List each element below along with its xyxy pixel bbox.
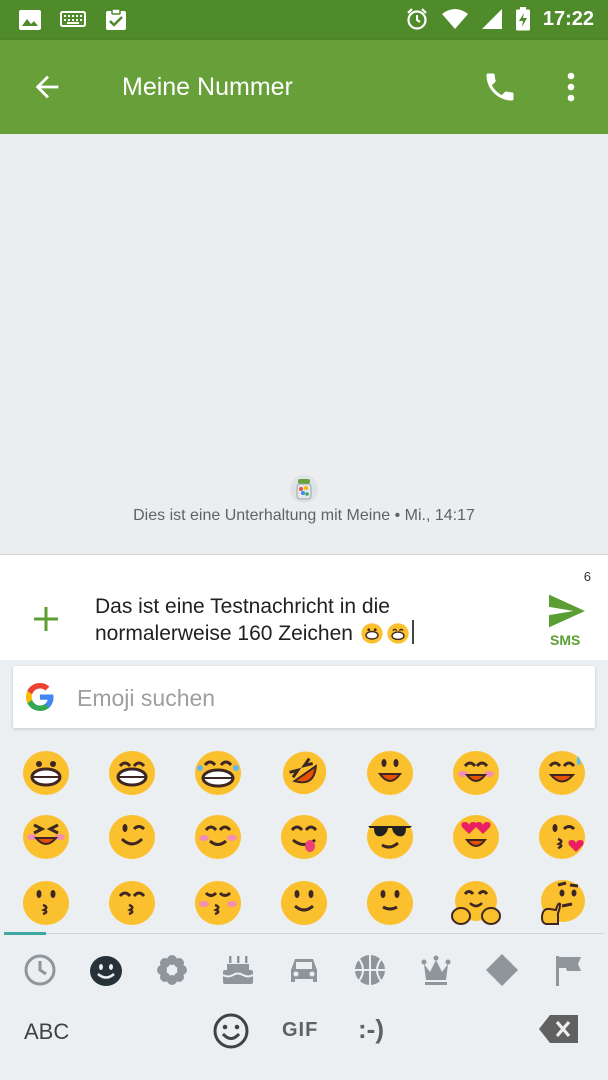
emoji-smiling-face-with-sunglasses[interactable] <box>364 810 416 862</box>
nature-icon <box>157 955 187 985</box>
clock-time: 17:22 <box>542 7 594 30</box>
category-travel[interactable] <box>284 950 324 990</box>
abc-key[interactable]: ABC <box>24 1019 69 1045</box>
attach-plus-icon[interactable] <box>32 605 60 633</box>
emoji-winking-face[interactable] <box>106 810 158 862</box>
message-text: Das ist eine Testnachricht in die normal… <box>95 595 390 645</box>
text-cursor <box>411 620 414 644</box>
phone-call-icon[interactable] <box>482 69 518 105</box>
emoji-grinning-face-with-smiling-eyes[interactable] <box>106 746 158 798</box>
emoji-smiling-face-with-smiling-eyes-open-mouth[interactable] <box>450 746 502 798</box>
emoji-smiling-face-with-heart-eyes[interactable] <box>450 810 502 862</box>
emoji-thinking-face[interactable] <box>536 876 588 928</box>
emoji-face-savoring-food[interactable] <box>278 810 330 862</box>
emoji-smiling-face-with-open-mouth[interactable] <box>364 746 416 798</box>
emoji-face-blowing-a-kiss[interactable] <box>536 810 588 862</box>
emoji-kissing-face-with-smiling-eyes[interactable] <box>106 876 158 928</box>
emoji-grinning-face-with-sweat[interactable] <box>536 746 588 798</box>
flags-icon <box>556 956 581 986</box>
image-icon <box>19 10 41 30</box>
category-food[interactable] <box>218 950 258 990</box>
backspace-icon[interactable] <box>538 1013 580 1045</box>
conversation-area: Dies ist eine Unterhaltung mit Meine • M… <box>0 134 608 554</box>
category-activities[interactable] <box>350 950 390 990</box>
char-counter: 6 <box>583 569 591 584</box>
emoji-kissing-face-with-closed-eyes[interactable] <box>192 876 244 928</box>
travel-icon <box>291 959 317 982</box>
emoji-smiling-face-with-smiling-eyes[interactable] <box>192 810 244 862</box>
emoji-keyboard: Emoji suchen ABC GIF:-) <box>0 660 608 1080</box>
send-type-label[interactable]: SMS <box>550 632 580 648</box>
avatar <box>290 475 318 503</box>
back-arrow-icon[interactable] <box>30 70 64 104</box>
emoji-search-field[interactable]: Emoji suchen <box>13 666 595 728</box>
emoji-search-placeholder: Emoji suchen <box>77 685 216 711</box>
wifi-icon <box>441 9 468 29</box>
emoji-slightly-smiling-face-2[interactable] <box>364 876 416 928</box>
battery-charging-icon <box>515 7 530 31</box>
app-bar: Meine Nummer <box>0 40 608 134</box>
compose-bar: 6 Das ist eine Testnachricht in die norm… <box>0 554 608 660</box>
grinning-face-with-smiling-eyes-icon <box>387 623 409 644</box>
emoji-slightly-smiling-face[interactable] <box>278 876 330 928</box>
activities-icon <box>355 955 385 985</box>
send-icon[interactable] <box>547 593 587 629</box>
category-progress-track <box>4 933 604 934</box>
status-bar: 17:22 <box>0 0 608 40</box>
conversation-info: Dies ist eine Unterhaltung mit Meine • M… <box>133 507 475 524</box>
objects-icon <box>421 955 451 985</box>
keyboard-icon <box>60 11 86 27</box>
emoji-grinning-squinting-face[interactable] <box>192 746 244 798</box>
cell-signal-icon <box>481 9 502 29</box>
category-progress-indicator <box>4 932 46 935</box>
category-nature[interactable] <box>152 950 192 990</box>
grinning-face-icon <box>361 623 383 644</box>
emoji-hugging-face[interactable] <box>450 876 502 928</box>
clipboard-check-icon <box>106 8 126 30</box>
category-recent[interactable] <box>20 950 60 990</box>
category-smileys[interactable] <box>86 950 126 990</box>
recent-icon <box>24 954 56 986</box>
smileys-icon <box>90 956 122 986</box>
category-objects[interactable] <box>416 950 456 990</box>
emoticon-key[interactable]: :-) <box>358 1014 384 1045</box>
keyboard-bottom-row: ABC GIF :-) <box>0 1000 608 1080</box>
emoji-squinting-face-with-open-mouth[interactable] <box>20 810 72 862</box>
category-symbols[interactable] <box>482 950 522 990</box>
message-input[interactable]: Das ist eine Testnachricht in die normal… <box>95 593 515 647</box>
more-options-icon[interactable] <box>560 70 582 104</box>
conversation-title: Meine Nummer <box>122 73 293 101</box>
emoji-rolling-on-the-floor-laughing[interactable] <box>278 746 330 798</box>
smiley-key-icon[interactable] <box>212 1012 250 1050</box>
emoji-grinning-face[interactable] <box>20 746 72 798</box>
alarm-icon <box>407 8 427 30</box>
google-logo-icon <box>26 683 54 711</box>
food-icon <box>222 956 254 984</box>
gif-key[interactable]: GIF <box>282 1019 318 1042</box>
category-flags[interactable] <box>548 950 588 990</box>
symbols-icon <box>486 954 518 986</box>
emoji-kissing-face[interactable] <box>20 876 72 928</box>
